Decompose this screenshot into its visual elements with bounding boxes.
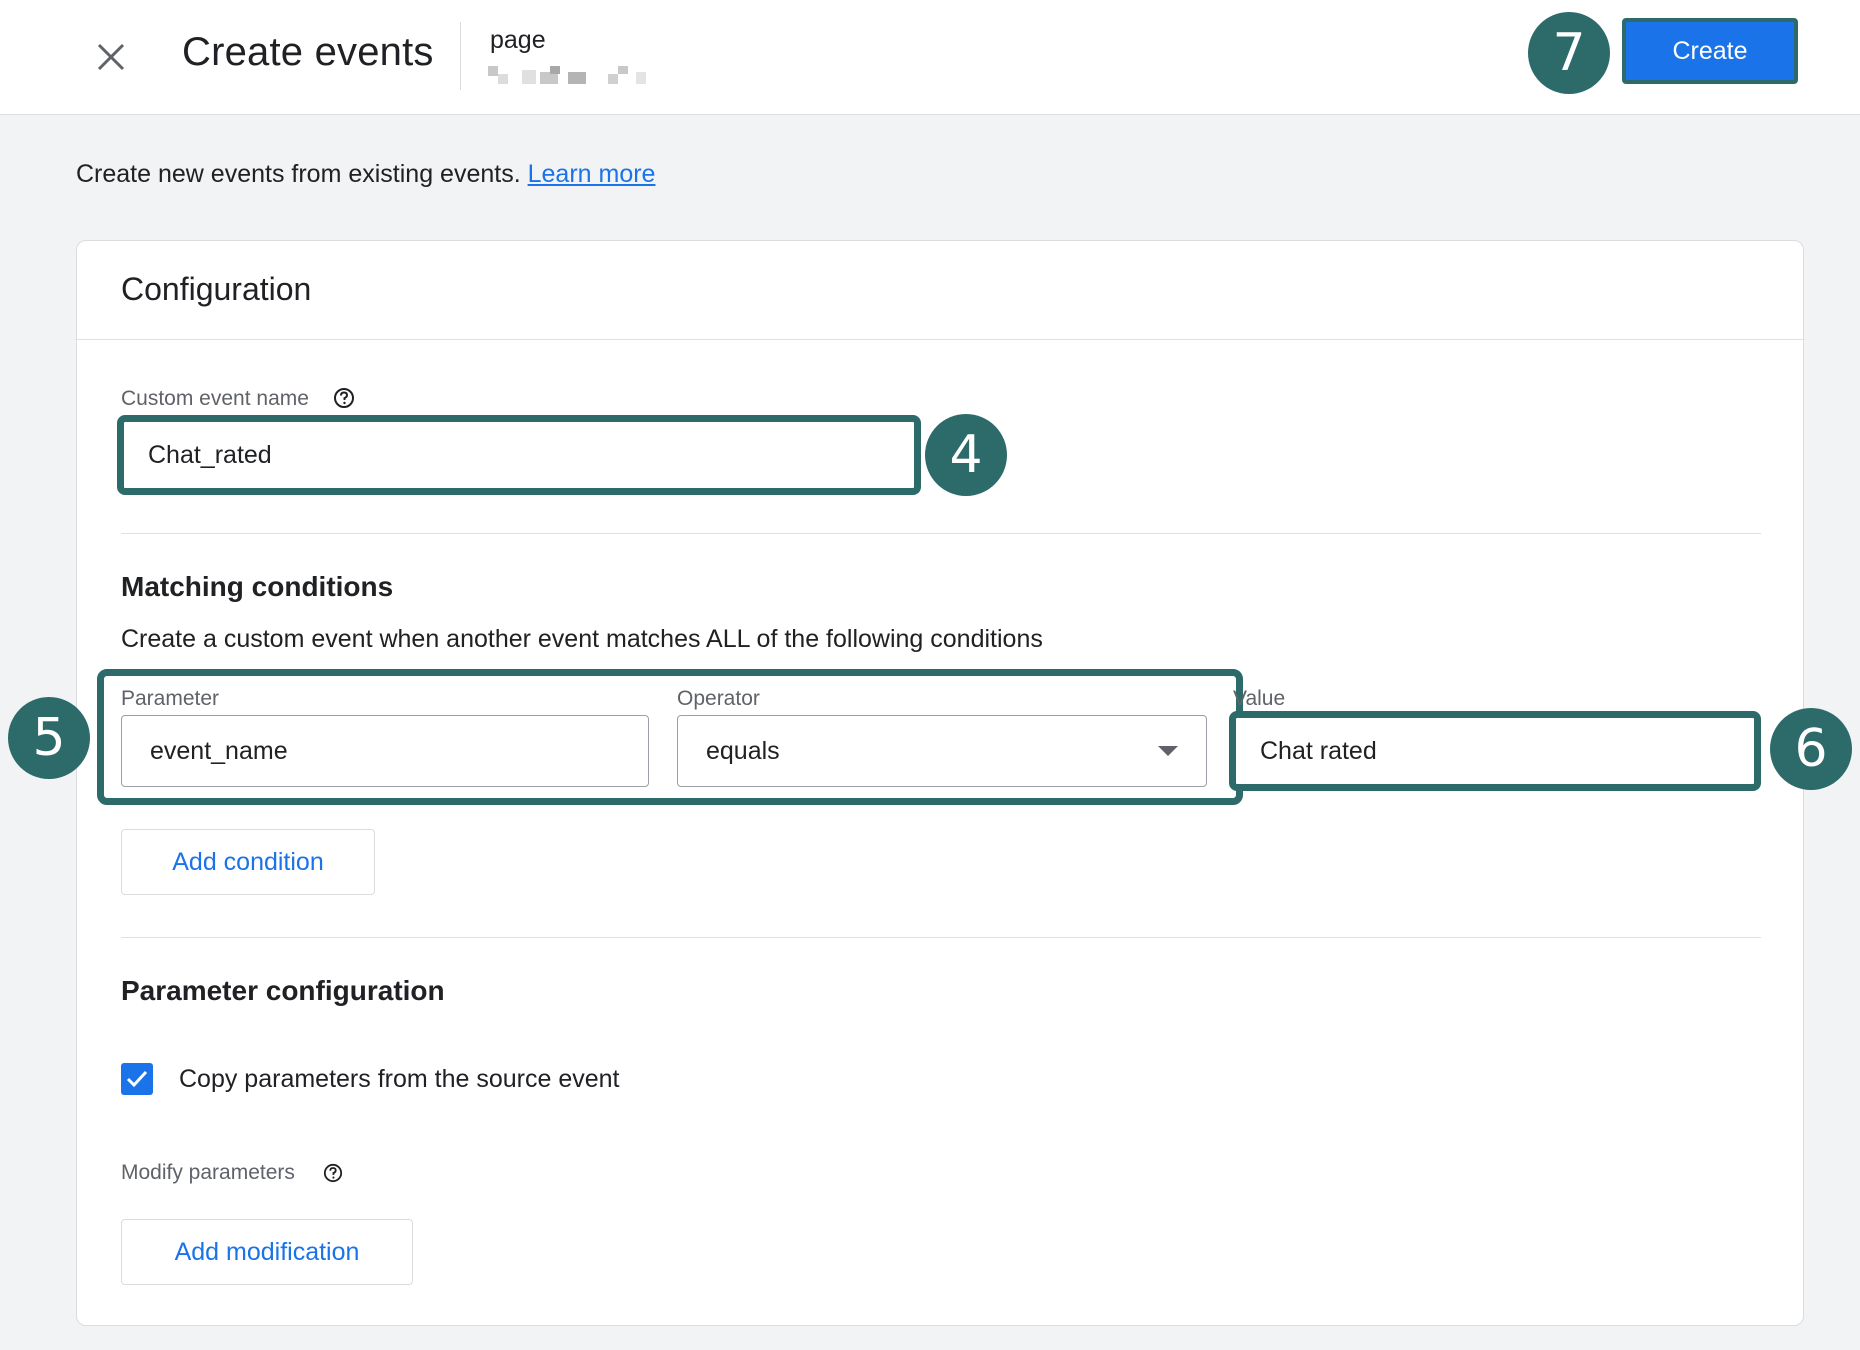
custom-event-name-input[interactable]: Chat_rated [117, 415, 921, 495]
parameter-configuration-title: Parameter configuration [121, 975, 445, 1006]
step-badge-4: 4 [925, 414, 1007, 496]
arrow-drop-down-icon [1158, 746, 1178, 756]
operator-selected-value: equals [706, 736, 780, 765]
help-circle-icon[interactable] [333, 387, 355, 409]
check-icon [126, 1070, 148, 1088]
close-icon [97, 43, 125, 71]
custom-event-name-label: Custom event name [121, 387, 309, 410]
configuration-title: Configuration [121, 271, 312, 307]
parameter-input[interactable]: event_name [121, 715, 649, 787]
copy-parameters-checkbox[interactable] [121, 1063, 153, 1095]
copy-parameters-label: Copy parameters from the source event [179, 1065, 620, 1093]
step-badge-6: 6 [1770, 708, 1852, 790]
intro-text: Create new events from existing events. … [76, 160, 655, 189]
configuration-card: Configuration Custom event name Chat_rat… [76, 240, 1804, 1326]
step-badge-5: 5 [8, 697, 90, 779]
property-name: page [490, 26, 546, 54]
add-modification-button[interactable]: Add modification [121, 1219, 413, 1285]
modify-parameters-label: Modify parameters [121, 1161, 295, 1184]
add-condition-button[interactable]: Add condition [121, 829, 375, 895]
page-title: Create events [182, 30, 434, 74]
header-divider [460, 22, 461, 90]
top-app-bar: Create events page 7 Create [0, 0, 1860, 115]
value-input[interactable]: Chat rated [1229, 711, 1761, 791]
operator-select[interactable]: equals [677, 715, 1207, 787]
create-button[interactable]: Create [1622, 18, 1798, 84]
matching-conditions-description: Create a custom event when another event… [121, 625, 1043, 653]
property-id-redacted [488, 66, 650, 86]
value-label: Value [1233, 687, 1286, 710]
step-badge-7: 7 [1528, 12, 1610, 94]
parameter-label: Parameter [121, 687, 220, 710]
help-circle-icon[interactable] [323, 1163, 343, 1183]
section-divider [121, 533, 1761, 534]
matching-conditions-title: Matching conditions [121, 571, 394, 602]
section-divider [121, 937, 1761, 938]
card-header-divider [77, 339, 1803, 340]
operator-label: Operator [677, 687, 760, 710]
learn-more-link[interactable]: Learn more [528, 160, 656, 188]
close-button[interactable] [90, 36, 132, 78]
intro-description: Create new events from existing events. [76, 160, 521, 188]
